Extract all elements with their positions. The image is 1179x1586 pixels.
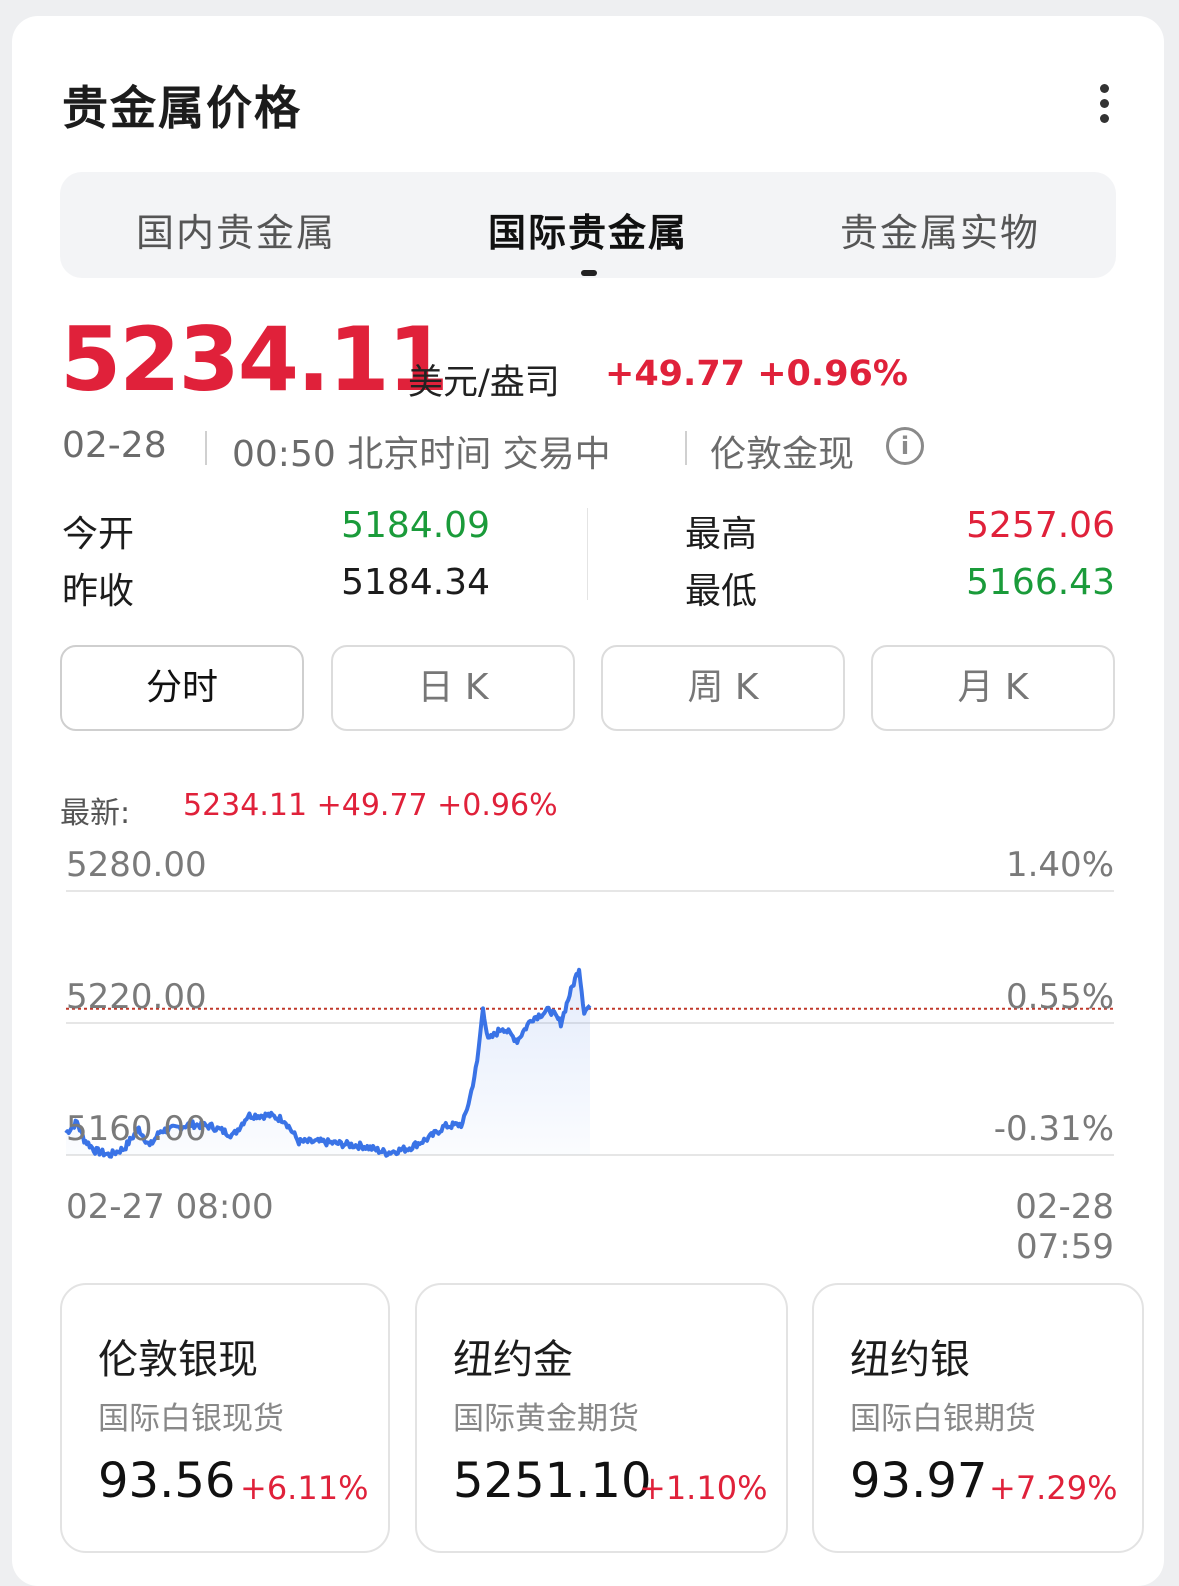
x-label-end: 02-28 07:59: [1015, 1187, 1114, 1267]
y-label-top: 5280.00: [66, 845, 207, 885]
instrument-card-london-silver[interactable]: 伦敦银现 国际白银现货 93.56 +6.11%: [60, 1283, 390, 1553]
instrument-price: 93.97: [850, 1453, 988, 1509]
y-pct-top: 1.40%: [1005, 845, 1114, 885]
instrument-card-ny-silver[interactable]: 纽约银 国际白银期货 93.97 +7.29%: [812, 1283, 1144, 1553]
instrument-name: 纽约银: [850, 1337, 970, 1383]
instrument-subtitle: 国际白银现货: [98, 1401, 284, 1437]
instrument-price: 5251.10: [453, 1453, 652, 1509]
y-pct-bottom: -0.31%: [993, 1109, 1114, 1149]
y-label-bottom: 5160.00: [66, 1109, 207, 1149]
instrument-subtitle: 国际白银期货: [850, 1401, 1036, 1437]
instrument-change: +1.10%: [639, 1469, 768, 1507]
x-label-start: 02-27 08:00: [66, 1187, 274, 1227]
y-pct-mid: 0.55%: [1005, 977, 1114, 1017]
instrument-card-ny-gold[interactable]: 纽约金 国际黄金期货 5251.10 +1.10%: [415, 1283, 788, 1553]
instrument-name: 伦敦银现: [98, 1337, 258, 1383]
instrument-change: +6.11%: [240, 1469, 369, 1507]
y-label-mid: 5220.00: [66, 977, 207, 1017]
instrument-price: 93.56: [98, 1453, 236, 1509]
instrument-name: 纽约金: [453, 1337, 573, 1383]
instrument-subtitle: 国际黄金期货: [453, 1401, 639, 1437]
instrument-change: +7.29%: [989, 1469, 1118, 1507]
